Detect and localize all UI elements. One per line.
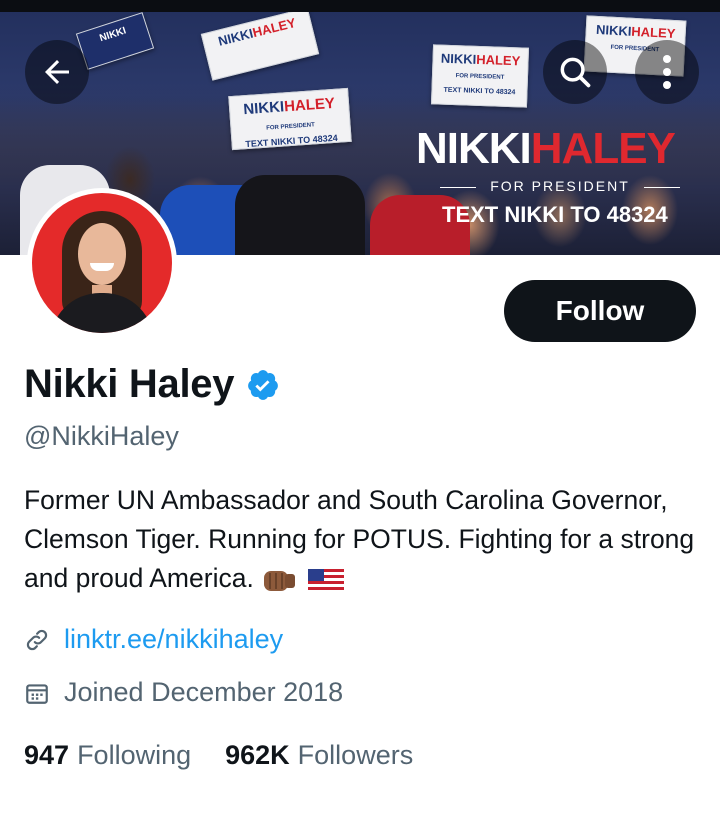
campaign-sign: NIKKIHALEY FOR PRESIDENT TEXT NIKKI TO 4… xyxy=(430,44,530,108)
banner-crowd-shirt xyxy=(235,175,365,255)
profile-avatar[interactable] xyxy=(27,188,177,338)
campaign-sign: NIKKIHALEY FOR PRESIDENT TEXT NIKKI TO 4… xyxy=(228,87,352,151)
calendar-icon xyxy=(26,683,48,704)
link-icon xyxy=(26,629,48,650)
banner-text-line: TEXT NIKKI TO 48324 xyxy=(442,202,668,227)
profile-website-link[interactable]: linktr.ee/nikkihaley xyxy=(64,624,283,655)
search-icon xyxy=(560,57,591,88)
followers-label: Followers xyxy=(297,740,414,770)
us-flag-emoji-icon xyxy=(307,569,344,591)
banner-headline: NIKKIHALEY xyxy=(416,124,676,173)
profile-name: Nikki Haley xyxy=(24,362,235,406)
campaign-sign: NIKKIHALEY xyxy=(200,12,320,81)
more-vertical-icon xyxy=(663,55,671,89)
followers-count-link[interactable]: 962K Followers xyxy=(225,740,413,771)
avatar-face xyxy=(78,223,126,285)
profile-link-row: linktr.ee/nikkihaley xyxy=(24,624,283,655)
profile-name-row: Nikki Haley xyxy=(24,362,280,407)
follow-button[interactable]: Follow xyxy=(504,280,696,342)
following-count: 947 xyxy=(24,740,70,770)
arrow-left-icon xyxy=(45,60,69,84)
banner-subtitle: FOR PRESIDENT xyxy=(440,178,680,194)
profile-handle: @NikkiHaley xyxy=(24,421,179,451)
follow-counts: 947 Following 962K Followers xyxy=(24,740,447,771)
joined-date: Joined December 2018 xyxy=(64,677,344,707)
profile-bio: Former UN Ambassador and South Carolina … xyxy=(24,481,704,598)
status-bar xyxy=(0,0,720,12)
following-count-link[interactable]: 947 Following xyxy=(24,740,191,771)
profile-join-row: Joined December 2018 xyxy=(24,677,343,708)
more-options-button[interactable] xyxy=(635,40,699,104)
followers-count: 962K xyxy=(225,740,290,770)
bio-text: Former UN Ambassador and South Carolina … xyxy=(24,485,695,593)
fist-bump-emoji-icon xyxy=(264,571,296,591)
campaign-sign: NIKKI xyxy=(75,12,155,70)
following-label: Following xyxy=(77,740,192,770)
search-button[interactable] xyxy=(543,40,607,104)
avatar-photo xyxy=(32,193,172,333)
back-button[interactable] xyxy=(25,40,89,104)
verified-badge-icon[interactable] xyxy=(246,368,280,402)
